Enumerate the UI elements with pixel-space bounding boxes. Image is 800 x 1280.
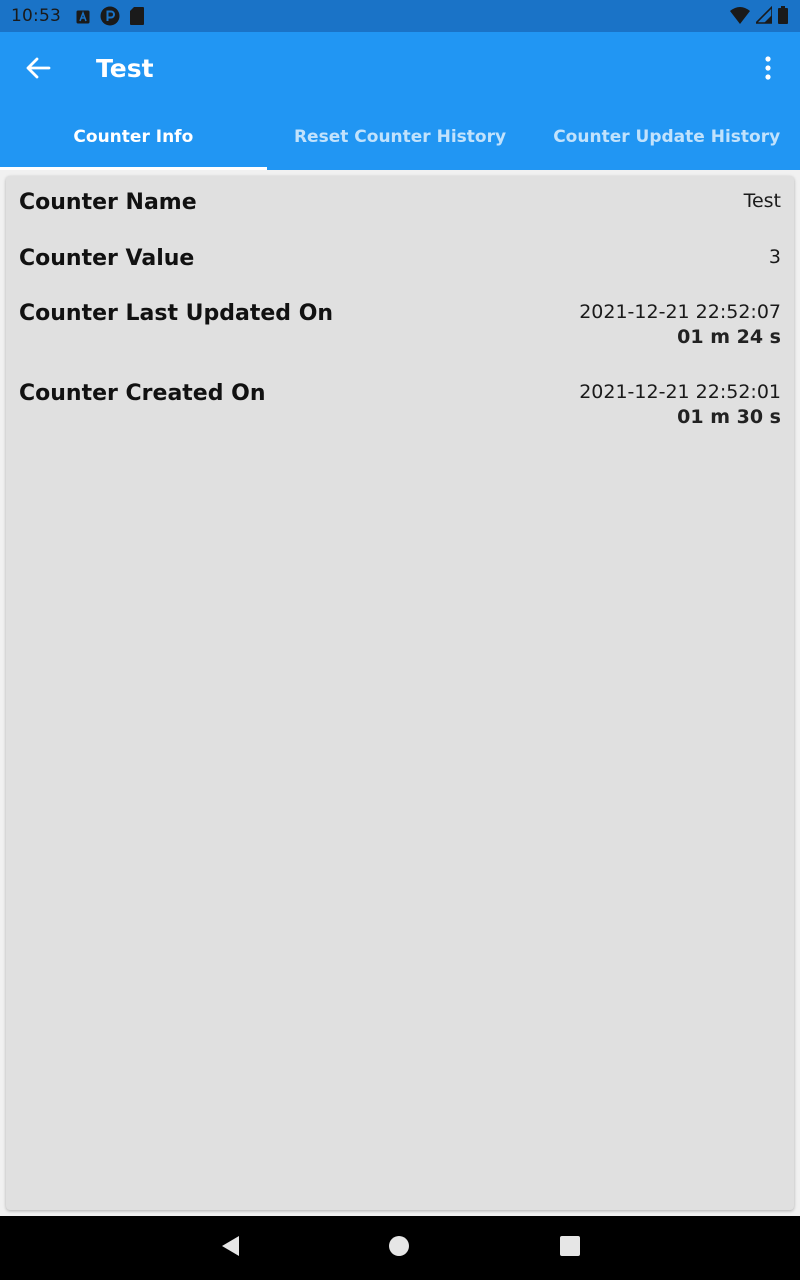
wifi-icon	[730, 6, 750, 28]
counter-value-row: Counter Value 3	[19, 246, 781, 271]
content-area: Counter Name Test Counter Value 3 Counte…	[0, 170, 800, 1216]
more-options-button[interactable]	[750, 52, 786, 88]
nav-recents-button[interactable]	[556, 1234, 584, 1262]
tab-bar: Counter Info Reset Counter History Count…	[0, 104, 800, 170]
counter-created-elapsed: 01 m 30 s	[677, 406, 781, 428]
counter-created-value-block: 2021-12-21 22:52:01 01 m 30 s	[579, 381, 781, 428]
home-circle-icon	[387, 1234, 411, 1262]
status-icons-right	[730, 5, 788, 28]
tab-label: Counter Update History	[553, 127, 781, 147]
back-button[interactable]	[16, 52, 60, 88]
battery-icon	[778, 6, 788, 28]
more-vert-icon	[764, 55, 772, 85]
sd-card-icon	[130, 7, 144, 29]
counter-name-label: Counter Name	[19, 190, 197, 215]
counter-info-card: Counter Name Test Counter Value 3 Counte…	[6, 176, 794, 1210]
tab-counter-update-history[interactable]: Counter Update History	[533, 104, 800, 170]
counter-created-date: 2021-12-21 22:52:01	[579, 381, 781, 403]
counter-last-updated-value-block: 2021-12-21 22:52:07 01 m 24 s	[579, 301, 781, 348]
counter-created-row: Counter Created On 2021-12-21 22:52:01 0…	[19, 381, 781, 428]
tab-reset-counter-history[interactable]: Reset Counter History	[267, 104, 534, 170]
status-icons-left	[76, 6, 144, 30]
counter-last-updated-elapsed: 01 m 24 s	[677, 326, 781, 348]
tab-label: Counter Info	[73, 127, 194, 147]
counter-name-row: Counter Name Test	[19, 190, 781, 215]
status-time: 10:53	[11, 6, 61, 26]
recents-square-icon	[559, 1235, 581, 1261]
app-bar: Test Counter Info Reset Counter History …	[0, 32, 800, 170]
counter-value-value: 3	[768, 246, 781, 268]
tab-counter-info[interactable]: Counter Info	[0, 104, 267, 170]
nav-home-button[interactable]	[385, 1234, 413, 1262]
arrow-back-icon	[25, 56, 51, 84]
counter-last-updated-label: Counter Last Updated On	[19, 301, 334, 326]
counter-name-value: Test	[743, 190, 781, 212]
counter-value-label: Counter Value	[19, 246, 195, 271]
counter-name-value-block: Test	[744, 190, 781, 212]
p-circle-icon	[100, 6, 120, 30]
a-box-icon	[76, 9, 90, 28]
counter-value-value-block: 3	[769, 246, 781, 268]
counter-last-updated-row: Counter Last Updated On 2021-12-21 22:52…	[19, 301, 781, 348]
page-title: Test	[96, 54, 154, 83]
back-triangle-icon	[219, 1234, 241, 1262]
status-bar: 10:53	[0, 0, 800, 32]
tab-label: Reset Counter History	[293, 127, 507, 147]
system-nav-bar	[0, 1216, 800, 1280]
signal-icon	[754, 5, 773, 28]
nav-back-button[interactable]	[216, 1234, 244, 1262]
counter-created-label: Counter Created On	[19, 381, 266, 406]
counter-last-updated-date: 2021-12-21 22:52:07	[579, 301, 781, 323]
